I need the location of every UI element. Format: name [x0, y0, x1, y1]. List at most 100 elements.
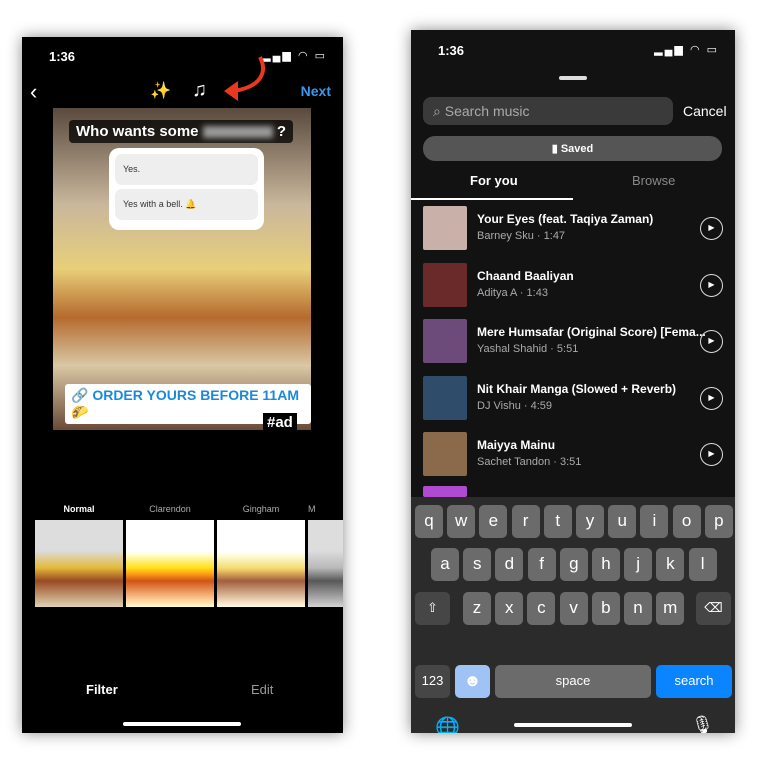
key-r[interactable]: r: [511, 505, 540, 538]
filter-thumb-gingham[interactable]: [217, 520, 305, 607]
blurred-mention: [202, 126, 273, 139]
key-u[interactable]: u: [608, 505, 637, 538]
key-h[interactable]: h: [592, 548, 620, 581]
tab-edit[interactable]: Edit: [251, 682, 273, 697]
search-music-input[interactable]: ⌕ Search music: [423, 97, 673, 125]
key-x[interactable]: x: [495, 592, 524, 625]
song-artwork: [423, 262, 467, 307]
key-e[interactable]: e: [479, 505, 508, 538]
saved-button[interactable]: ▮ Saved: [423, 136, 722, 161]
magic-wand-icon[interactable]: ✨: [150, 81, 171, 101]
back-icon[interactable]: ‹: [30, 79, 37, 105]
key-p[interactable]: p: [704, 505, 733, 538]
song-title: Your Eyes (feat. Taqiya Zaman): [477, 212, 654, 226]
play-icon[interactable]: ▶: [700, 330, 723, 353]
key-b[interactable]: b: [591, 592, 620, 625]
status-time: 1:36: [438, 43, 465, 58]
key-w[interactable]: w: [447, 505, 476, 538]
song-row[interactable]: Mere Humsafar (Original Score) [Fema... …: [423, 319, 723, 365]
sheet-grabber[interactable]: [559, 76, 587, 80]
tab-filter[interactable]: Filter: [86, 682, 118, 697]
tab-underline: [411, 198, 573, 200]
filter-label-gingham[interactable]: Gingham: [217, 504, 305, 514]
poll-option[interactable]: Yes.: [115, 154, 258, 185]
key-l[interactable]: l: [688, 548, 717, 581]
microphone-icon[interactable]: 🎙: [691, 715, 714, 733]
song-row[interactable]: Nit Khair Manga (Slowed + Reverb) DJ Vis…: [423, 375, 723, 422]
music-picker-screen: 1:36 ▂▄▆ ◠ ▭ ⌕ Search music Cancel ▮ Sav…: [411, 30, 735, 733]
song-artwork: [423, 432, 467, 476]
key-n[interactable]: n: [624, 592, 652, 625]
play-icon[interactable]: ▶: [700, 443, 723, 466]
song-row[interactable]: Maiyya Mainu Sachet Tandon · 3:51 ▶: [423, 432, 723, 478]
story-editor-screen: 1:36 ▂▄▆ ◠ ▭ ‹ ✨ ♫ Next Who wants some ?…: [22, 37, 343, 733]
filter-thumb-clarendon[interactable]: [126, 520, 214, 607]
status-time: 1:36: [49, 49, 76, 64]
song-artwork: [423, 319, 467, 363]
filter-thumb-normal[interactable]: [35, 520, 123, 607]
key-k[interactable]: k: [656, 548, 685, 581]
key-search[interactable]: search: [656, 665, 732, 698]
key-j[interactable]: j: [624, 548, 653, 581]
song-meta: Sachet Tandon · 3:51: [477, 456, 582, 468]
song-row[interactable]: Chaand Baaliyan Aditya A · 1:43 ▶: [423, 262, 723, 309]
filter-label-clarendon[interactable]: Clarendon: [126, 504, 214, 514]
key-i[interactable]: i: [640, 505, 669, 538]
song-artwork: [423, 375, 467, 420]
key-s[interactable]: s: [463, 548, 492, 581]
song-row[interactable]: Your Eyes (feat. Taqiya Zaman) Barney Sk…: [423, 206, 723, 252]
key-numbers[interactable]: 123: [415, 665, 450, 698]
music-note-icon[interactable]: ♫: [192, 79, 207, 102]
key-delete[interactable]: ⌫: [696, 592, 731, 625]
song-meta: DJ Vishu · 4:59: [477, 399, 553, 412]
keyboard: ⇧ ⌫ 123 ☻ space search 🌐 🎙 qwertyuiop asd…: [411, 497, 735, 733]
cancel-button[interactable]: Cancel: [683, 103, 727, 119]
key-z[interactable]: z: [463, 592, 491, 625]
poll-option[interactable]: Yes with a bell. 🔔: [115, 189, 258, 220]
key-d[interactable]: d: [495, 548, 524, 581]
red-arrow-annotation: [224, 56, 265, 101]
key-emoji[interactable]: ☻: [455, 665, 490, 698]
song-artwork: [423, 486, 467, 497]
poll-sticker: Yes. Yes with a bell. 🔔: [109, 148, 264, 230]
ad-tag: #ad: [263, 413, 297, 432]
key-m[interactable]: m: [656, 592, 685, 625]
song-title: Chaand Baaliyan: [477, 268, 574, 283]
filter-thumb-moon[interactable]: [308, 520, 343, 607]
song-title: Nit Khair Manga (Slowed + Reverb): [477, 381, 677, 396]
song-title: Mere Humsafar (Original Score) [Fema...: [477, 325, 706, 339]
song-title: Maiyya Mainu: [477, 438, 556, 452]
filter-label-normal[interactable]: Normal: [35, 504, 123, 514]
bookmark-icon: ▮: [551, 143, 561, 155]
key-shift[interactable]: ⇧: [415, 592, 450, 625]
next-button[interactable]: Next: [301, 83, 331, 99]
key-y[interactable]: y: [576, 505, 604, 538]
key-a[interactable]: a: [431, 548, 459, 581]
tab-browse[interactable]: Browse: [632, 173, 675, 188]
song-meta: Yashal Shahid · 5:51: [477, 343, 579, 355]
key-t[interactable]: t: [543, 505, 572, 538]
key-space[interactable]: space: [495, 665, 651, 698]
story-preview: Who wants some ? Yes. Yes with a bell. 🔔…: [53, 108, 311, 432]
status-icons: ▂▄▆ ◠ ▭: [262, 50, 327, 62]
globe-icon[interactable]: 🌐: [435, 715, 460, 733]
song-meta: Barney Sku · 1:47: [477, 230, 566, 242]
key-c[interactable]: c: [527, 592, 556, 625]
home-indicator: [123, 722, 241, 726]
key-g[interactable]: g: [559, 548, 588, 581]
song-meta: Aditya A · 1:43: [477, 286, 548, 299]
play-icon[interactable]: ▶: [700, 273, 723, 297]
tab-for-you[interactable]: For you: [470, 173, 518, 188]
question-sticker: Who wants some ?: [69, 120, 294, 143]
filter-label-next[interactable]: M: [308, 504, 343, 514]
song-artwork: [423, 206, 467, 250]
key-f[interactable]: f: [527, 548, 556, 581]
play-icon[interactable]: ▶: [700, 386, 723, 410]
search-icon: ⌕: [433, 103, 445, 119]
status-icons: ▂▄▆ ◠ ▭: [654, 44, 719, 56]
key-v[interactable]: v: [559, 592, 588, 625]
key-o[interactable]: o: [672, 505, 701, 538]
play-icon[interactable]: ▶: [700, 217, 723, 240]
key-q[interactable]: q: [415, 505, 443, 538]
home-indicator: [514, 723, 632, 727]
